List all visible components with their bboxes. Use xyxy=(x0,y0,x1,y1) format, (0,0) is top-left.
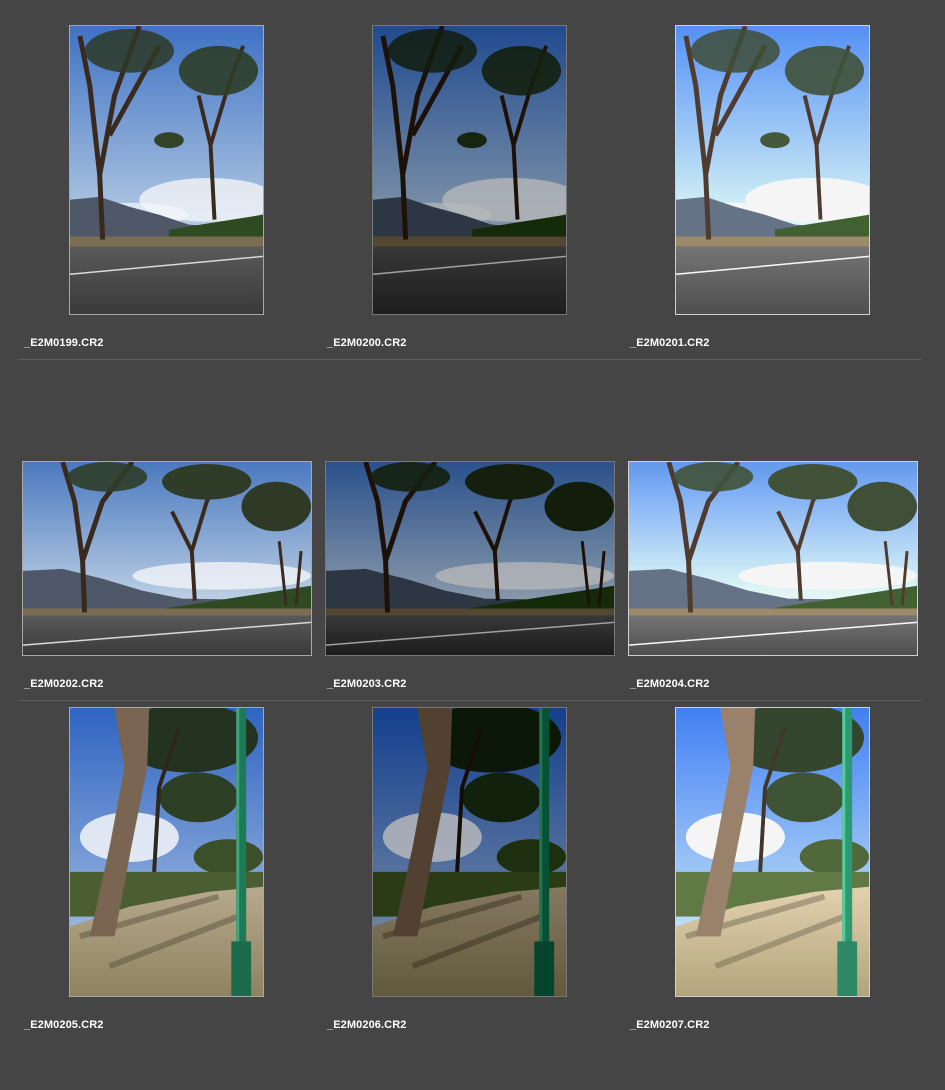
thumbnail-e2m0207[interactable] xyxy=(675,707,870,997)
thumbnail-e2m0201[interactable] xyxy=(675,25,870,315)
photo-trees-road xyxy=(70,26,263,314)
thumbnail-filename[interactable]: _E2M0200.CR2 xyxy=(327,337,406,349)
thumbnail-e2m0199[interactable] xyxy=(69,25,264,315)
thumbnail-filename[interactable]: _E2M0202.CR2 xyxy=(24,678,103,690)
thumbnail-e2m0202[interactable] xyxy=(22,461,312,656)
photo-trees-road-wide xyxy=(23,462,311,655)
thumbnail-filename[interactable]: _E2M0203.CR2 xyxy=(327,678,406,690)
thumbnail-e2m0200[interactable] xyxy=(372,25,567,315)
thumbnail-filename[interactable]: _E2M0205.CR2 xyxy=(24,1019,103,1031)
thumbnail-e2m0206[interactable] xyxy=(372,707,567,997)
thumbnail-e2m0205[interactable] xyxy=(69,707,264,997)
thumbnail-filename[interactable]: _E2M0199.CR2 xyxy=(24,337,103,349)
photo-tree-trunk-pole xyxy=(676,708,869,996)
thumbnail-e2m0203[interactable] xyxy=(325,461,615,656)
thumbnail-filename[interactable]: _E2M0206.CR2 xyxy=(327,1019,406,1031)
photo-tree-trunk-pole xyxy=(70,708,263,996)
photo-trees-road-wide xyxy=(326,462,614,655)
photo-trees-road xyxy=(373,26,566,314)
photo-trees-road xyxy=(676,26,869,314)
row-divider xyxy=(18,359,922,360)
photo-tree-trunk-pole xyxy=(373,708,566,996)
thumbnail-filename[interactable]: _E2M0201.CR2 xyxy=(630,337,709,349)
thumbnail-e2m0204[interactable] xyxy=(628,461,918,656)
row-divider xyxy=(18,700,922,701)
photo-trees-road-wide xyxy=(629,462,917,655)
thumbnail-filename[interactable]: _E2M0207.CR2 xyxy=(630,1019,709,1031)
thumbnail-filename[interactable]: _E2M0204.CR2 xyxy=(630,678,709,690)
